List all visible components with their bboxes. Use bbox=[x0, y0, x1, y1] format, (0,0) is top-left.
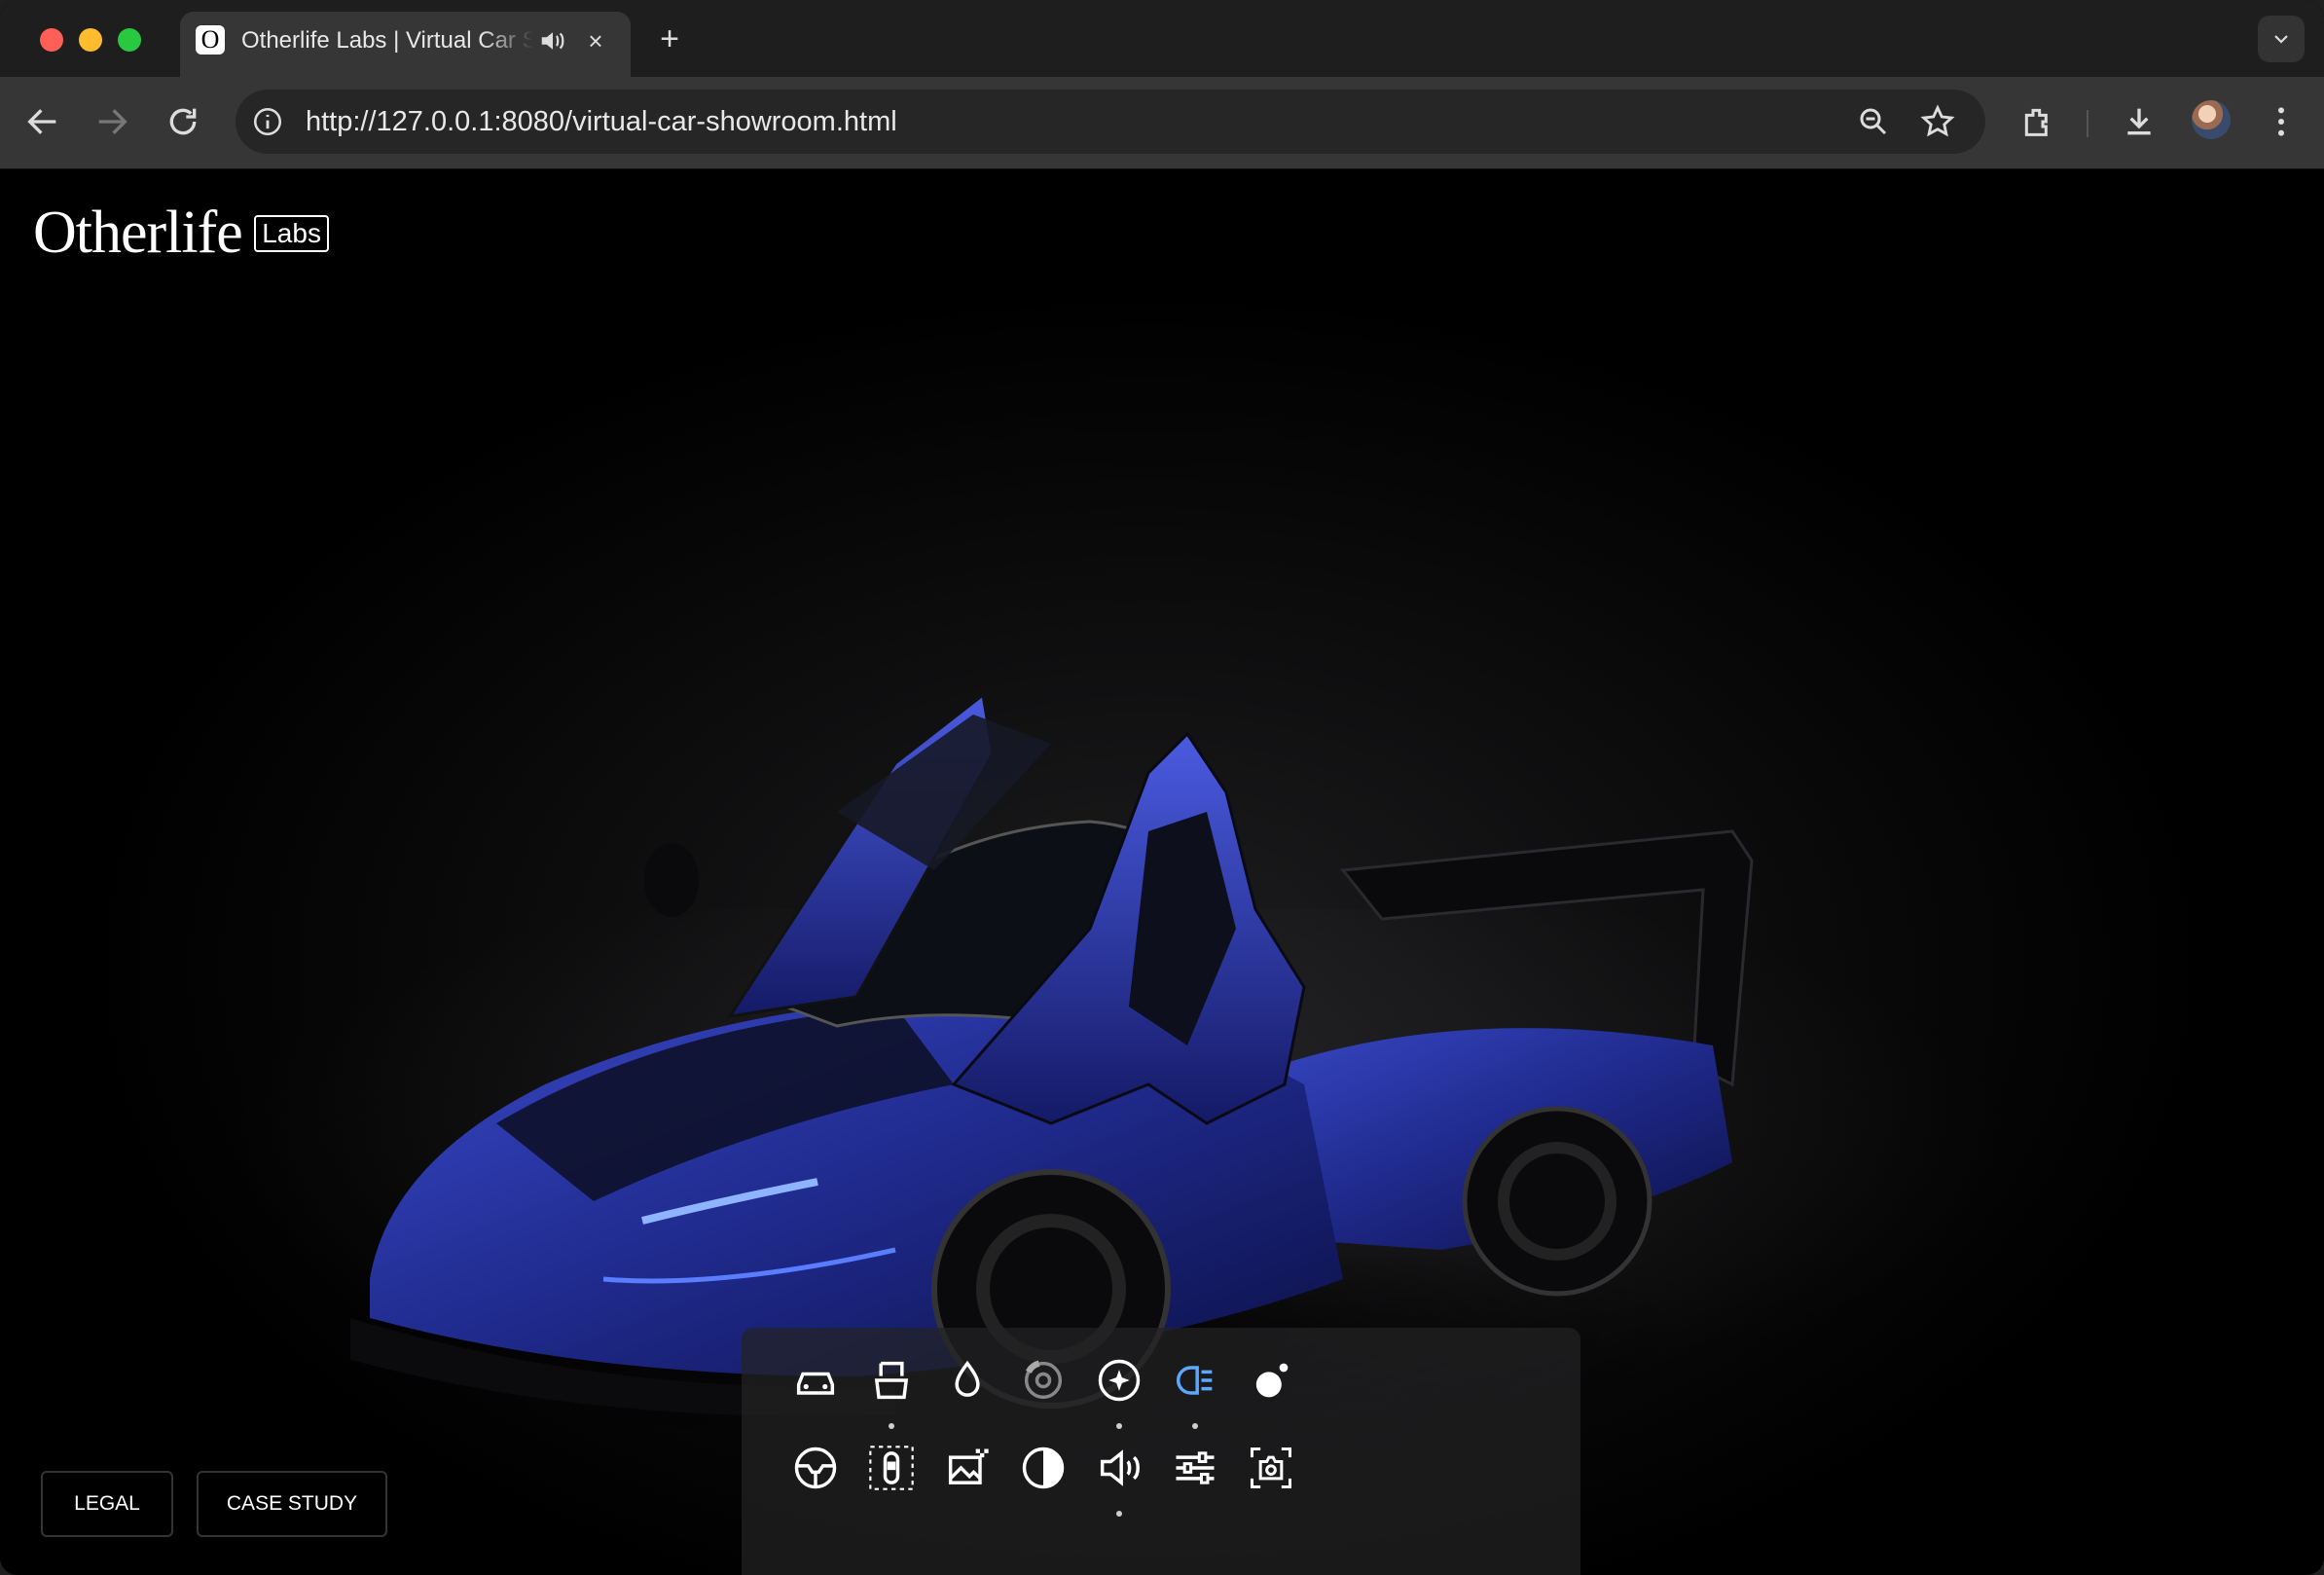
sparkle-icon bbox=[1098, 1359, 1141, 1402]
more-menu-icon[interactable] bbox=[2262, 102, 2301, 141]
brand-name: Otherlife bbox=[33, 200, 243, 266]
door-open-icon bbox=[874, 1361, 909, 1400]
tab-title: Otherlife Labs | Virtual Car Showroom bbox=[241, 27, 533, 54]
car-view-button[interactable] bbox=[775, 1341, 856, 1419]
camera-icon bbox=[1250, 1447, 1292, 1489]
tab-favicon: O bbox=[196, 25, 225, 55]
contrast-button[interactable] bbox=[1002, 1429, 1084, 1507]
contrast-icon bbox=[1022, 1447, 1065, 1489]
close-window-button[interactable] bbox=[40, 28, 63, 52]
brakes-button[interactable] bbox=[1002, 1341, 1084, 1419]
minimize-window-button[interactable] bbox=[79, 28, 102, 52]
speaker-icon[interactable] bbox=[538, 26, 567, 55]
paint-button[interactable] bbox=[926, 1341, 1008, 1419]
brand-logo[interactable]: Otherlife Labs bbox=[33, 199, 329, 267]
environment-icon bbox=[948, 1448, 989, 1484]
close-tab-icon[interactable]: × bbox=[581, 26, 610, 55]
adjust-sliders-icon bbox=[1176, 1451, 1215, 1484]
zoom-icon[interactable] bbox=[1856, 104, 1891, 139]
top-view-icon bbox=[869, 1446, 914, 1490]
site-info-icon[interactable] bbox=[251, 105, 284, 138]
lighting-button[interactable] bbox=[1230, 1341, 1312, 1419]
toolbar-divider bbox=[2087, 110, 2088, 137]
paint-drop-icon bbox=[955, 1360, 980, 1397]
bookmark-star-icon[interactable] bbox=[1919, 103, 1956, 140]
settings-button[interactable] bbox=[1154, 1429, 1236, 1507]
sound-button[interactable] bbox=[1078, 1429, 1160, 1507]
sound-icon bbox=[1100, 1449, 1140, 1486]
doors-button[interactable] bbox=[851, 1341, 932, 1419]
back-arrow-icon[interactable] bbox=[23, 102, 62, 141]
reload-icon[interactable] bbox=[163, 102, 202, 141]
brand-tag: Labs bbox=[254, 214, 329, 252]
forward-arrow-icon[interactable] bbox=[92, 102, 131, 141]
address-bar[interactable]: http://127.0.0.1:8080/virtual-car-showro… bbox=[236, 90, 1985, 154]
tab-list-button[interactable] bbox=[2258, 16, 2305, 62]
maximize-window-button[interactable] bbox=[118, 28, 141, 52]
legal-button[interactable]: LEGAL bbox=[41, 1471, 173, 1537]
car-view-icon bbox=[796, 1372, 835, 1395]
active-tab[interactable]: O Otherlife Labs | Virtual Car Showroom … bbox=[180, 12, 631, 77]
brake-disc-icon bbox=[1024, 1360, 1063, 1400]
interior-button[interactable] bbox=[775, 1429, 856, 1507]
effects-button[interactable] bbox=[1078, 1341, 1160, 1419]
screenshot-button[interactable] bbox=[1230, 1429, 1312, 1507]
tab-bar: O Otherlife Labs | Virtual Car Showroom … bbox=[0, 0, 2324, 77]
case-study-button[interactable]: CASE STUDY bbox=[197, 1471, 387, 1537]
download-icon[interactable] bbox=[2120, 102, 2159, 141]
steering-wheel-icon bbox=[794, 1447, 837, 1489]
top-view-button[interactable] bbox=[851, 1429, 932, 1507]
light-orb-icon bbox=[1255, 1363, 1289, 1398]
chevron-down-icon bbox=[2274, 35, 2288, 44]
headlights-button[interactable] bbox=[1154, 1341, 1236, 1419]
environment-button[interactable] bbox=[926, 1429, 1008, 1507]
configurator-controls bbox=[742, 1328, 1580, 1575]
sound-indicator-dot bbox=[1116, 1511, 1122, 1517]
headlights-icon bbox=[1176, 1366, 1213, 1395]
browser-toolbar: http://127.0.0.1:8080/virtual-car-showro… bbox=[0, 77, 2324, 169]
profile-avatar[interactable] bbox=[2192, 100, 2231, 139]
extensions-icon[interactable] bbox=[2018, 102, 2057, 141]
url-text[interactable]: http://127.0.0.1:8080/virtual-car-showro… bbox=[306, 104, 897, 139]
showroom-viewport[interactable]: Otherlife Labs LEGAL CASE STUDY bbox=[0, 169, 2324, 1575]
new-tab-button[interactable]: + bbox=[652, 21, 687, 56]
browser-window: O Otherlife Labs | Virtual Car Showroom … bbox=[0, 0, 2324, 1575]
